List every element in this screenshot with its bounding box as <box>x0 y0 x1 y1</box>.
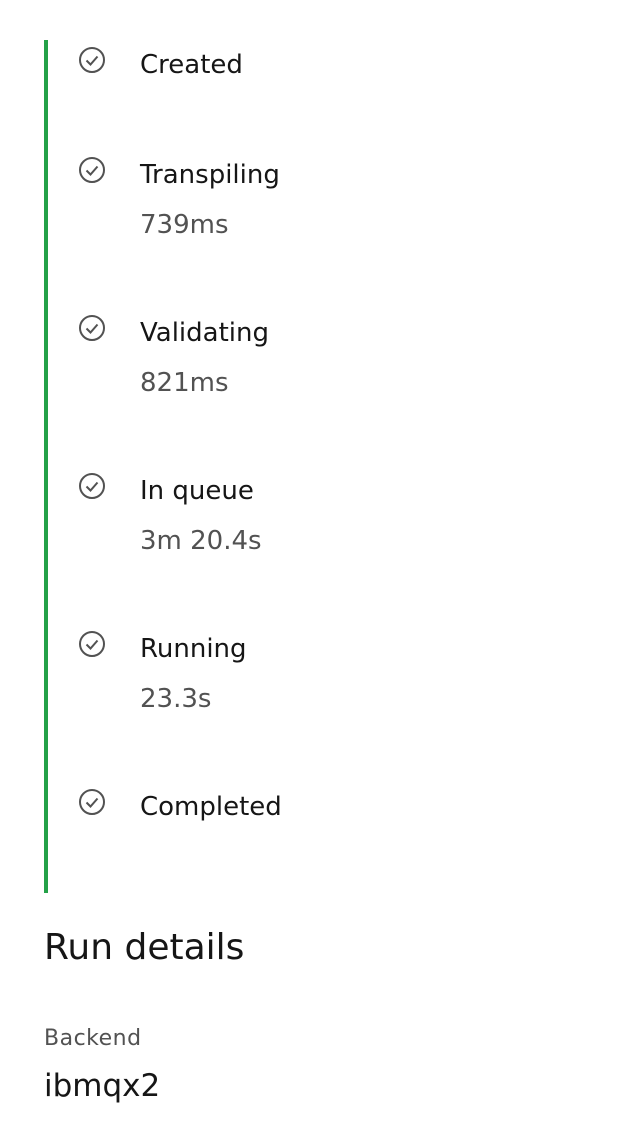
step-label: Validating <box>140 318 269 348</box>
step-duration: 23.3s <box>140 684 212 714</box>
checkmark-outline-icon <box>78 46 106 74</box>
step-duration: 739ms <box>140 210 229 240</box>
step-label: Running <box>140 634 247 664</box>
step-duration: 821ms <box>140 368 229 398</box>
step-label: Completed <box>140 792 282 822</box>
checkmark-outline-icon <box>78 314 106 342</box>
checkmark-outline-icon <box>78 788 106 816</box>
backend-label: Backend <box>44 1026 142 1051</box>
status-timeline: Created Transpiling 739ms Validating 821… <box>0 0 630 895</box>
step-label: Transpiling <box>140 160 280 190</box>
checkmark-outline-icon <box>78 156 106 184</box>
run-details-title: Run details <box>44 927 245 968</box>
timeline-progress-line <box>44 40 48 893</box>
step-duration: 3m 20.4s <box>140 526 262 556</box>
backend-value: ibmqx2 <box>44 1068 161 1104</box>
checkmark-outline-icon <box>78 472 106 500</box>
checkmark-outline-icon <box>78 630 106 658</box>
step-label: In queue <box>140 476 254 506</box>
step-label: Created <box>140 50 243 80</box>
